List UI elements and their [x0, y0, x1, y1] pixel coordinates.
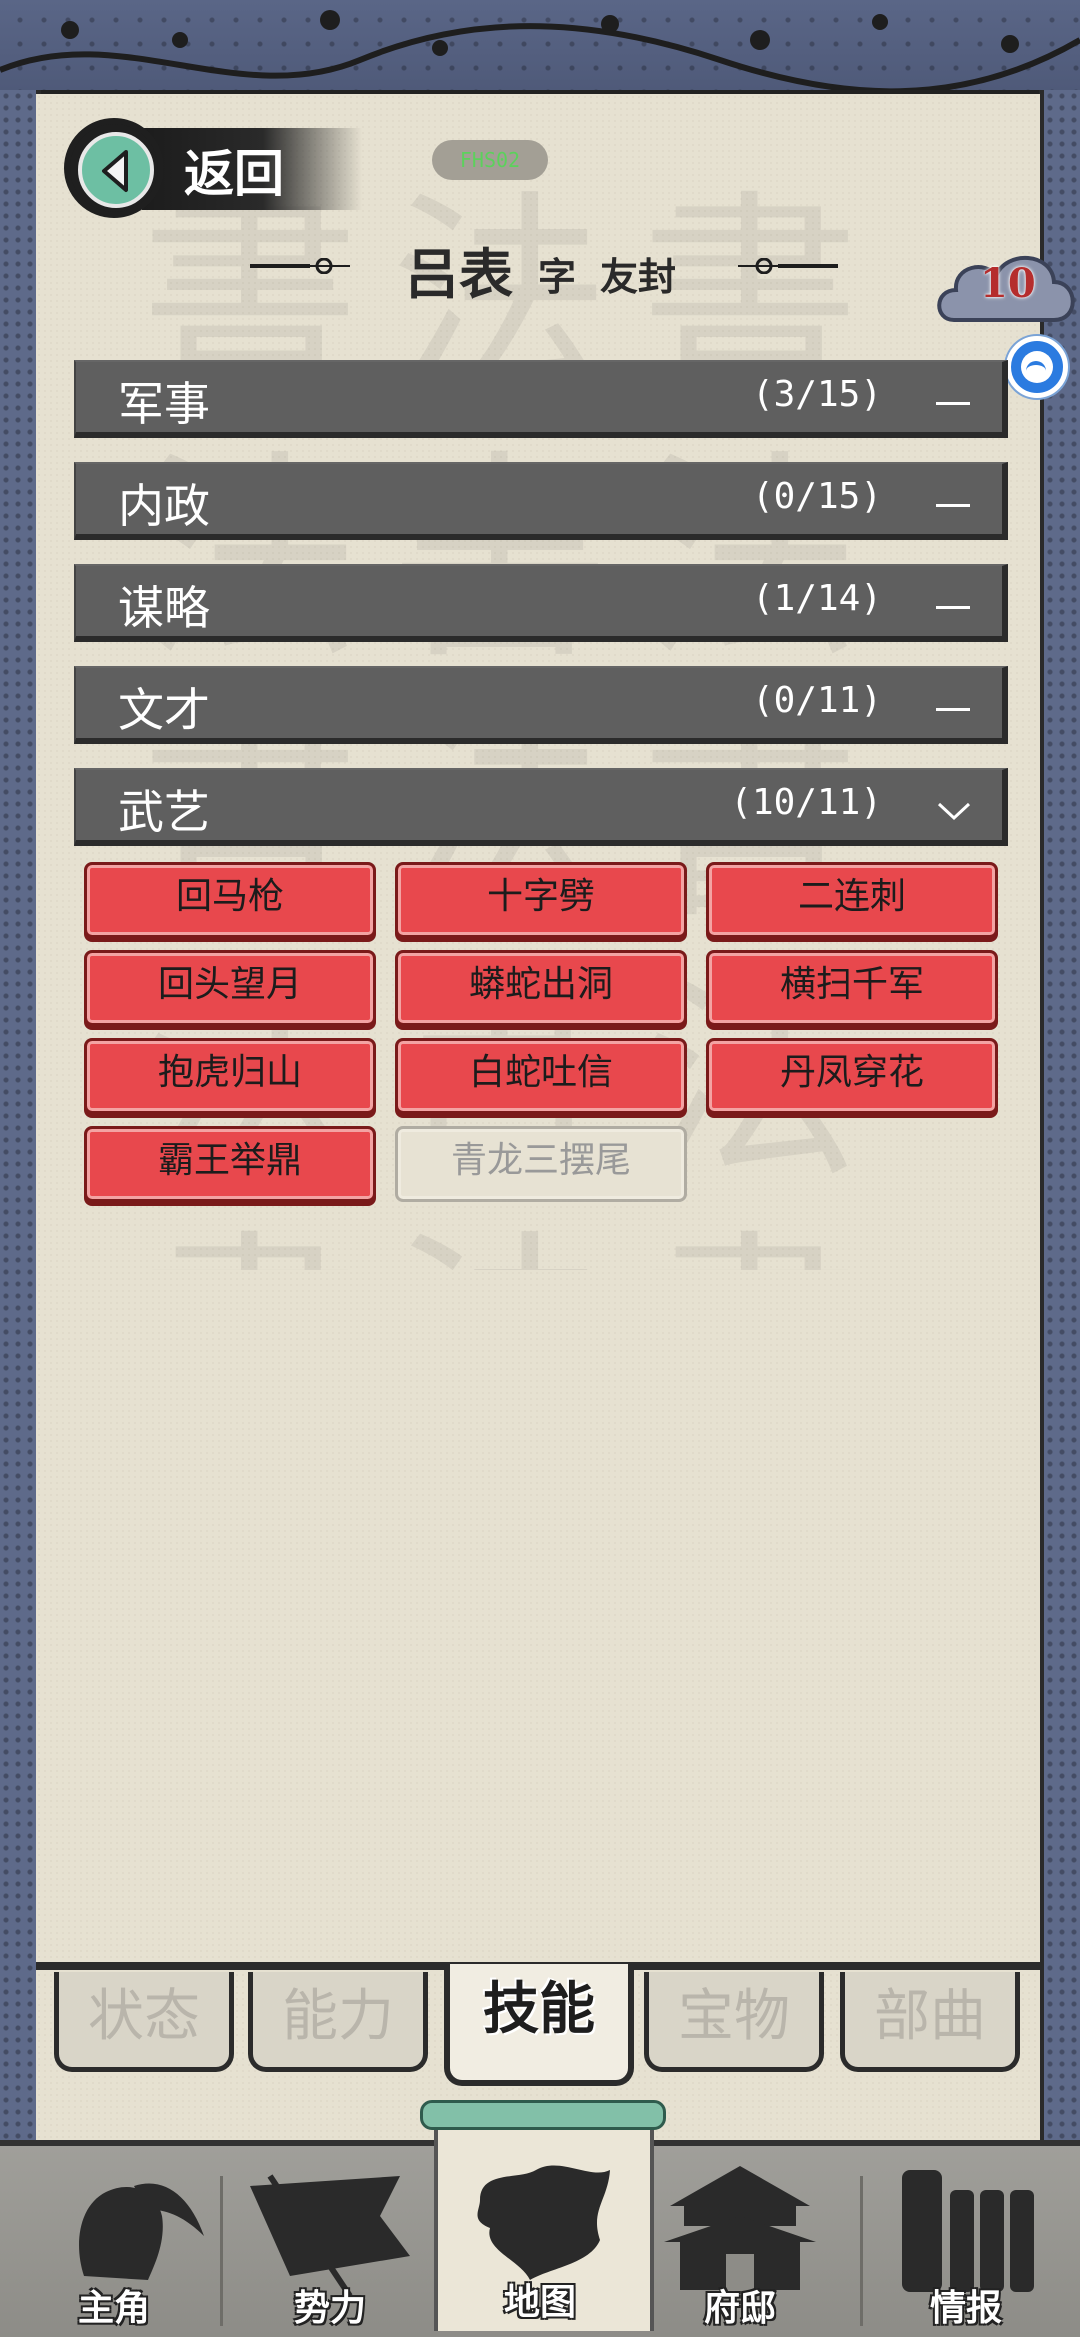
nav-divider — [860, 2176, 863, 2326]
title-ornament-right-icon — [738, 258, 838, 274]
skill-button[interactable]: 回头望月 — [84, 950, 376, 1026]
category-count: (10/11) — [730, 782, 882, 823]
category-count: (3/15) — [751, 374, 882, 415]
category-count: (1/14) — [751, 578, 882, 619]
collapse-dash-icon — [936, 492, 972, 516]
tab-status[interactable]: 状态 — [54, 1972, 234, 2072]
category-domestic[interactable]: 内政 (0/15) — [74, 462, 1008, 540]
category-literary[interactable]: 文才 (0/11) — [74, 666, 1008, 744]
category-name: 内政 — [118, 479, 210, 533]
tab-troops[interactable]: 部曲 — [840, 1972, 1020, 2072]
banner-flag-icon — [250, 2174, 410, 2298]
back-circle — [64, 118, 164, 218]
cloud-badge-number: 10 — [980, 260, 1036, 307]
skill-button-locked[interactable]: 青龙三摆尾 — [395, 1126, 687, 1202]
skill-button[interactable]: 回马枪 — [84, 862, 376, 938]
character-name: 吕表 — [405, 242, 513, 306]
hero-portrait-icon — [79, 2183, 204, 2280]
floral-pattern-icon — [0, 10, 1080, 90]
category-strategy[interactable]: 谋略 (1/14) — [74, 564, 1008, 642]
skill-button[interactable]: 横扫千军 — [706, 950, 998, 1026]
nav-faction[interactable]: 势力 — [230, 2146, 430, 2337]
category-name: 军事 — [118, 377, 210, 431]
top-decorative-border — [0, 0, 1080, 94]
tab-skills[interactable]: 技能 — [444, 1964, 634, 2086]
right-frame — [1039, 90, 1080, 2140]
skill-button[interactable]: 蟒蛇出洞 — [395, 950, 687, 1026]
nav-map[interactable]: 地图 — [440, 2140, 640, 2331]
skill-button[interactable]: 丹凤穿花 — [706, 1038, 998, 1114]
tab-ability[interactable]: 能力 — [248, 1972, 428, 2072]
chat-bubble-icon[interactable] — [1006, 336, 1068, 398]
skill-button[interactable]: 十字劈 — [395, 862, 687, 938]
category-martial[interactable]: 武艺 (10/11) — [74, 768, 1008, 846]
nav-divider — [220, 2176, 223, 2326]
courtesy-name: 友封 — [600, 254, 677, 299]
collapse-dash-icon — [936, 696, 972, 720]
nav-active-scroll-top — [420, 2100, 666, 2130]
nav-label: 势力 — [293, 2287, 366, 2329]
courtesy-label: 字 — [538, 254, 577, 299]
nav-intel[interactable]: 情报 — [866, 2146, 1066, 2337]
skill-button[interactable]: 二连刺 — [706, 862, 998, 938]
map-icon — [477, 2165, 610, 2280]
nav-label: 地图 — [503, 2281, 576, 2323]
cloud-badge[interactable]: 10 — [934, 240, 1080, 336]
back-button[interactable]: 返回 — [64, 118, 364, 222]
skill-button[interactable]: 抱虎归山 — [84, 1038, 376, 1114]
category-name: 武艺 — [118, 785, 210, 839]
collapse-dash-icon — [936, 390, 972, 414]
left-frame — [0, 90, 41, 2140]
category-name: 谋略 — [118, 581, 210, 635]
title-ornament-left-icon — [250, 258, 350, 274]
character-title: 吕表 字 友封 — [240, 230, 840, 306]
nav-label: 府邸 — [703, 2287, 776, 2329]
skill-button[interactable]: 霸王举鼎 — [84, 1126, 376, 1202]
category-name: 文才 — [118, 683, 210, 737]
nav-hero[interactable]: 主角 — [14, 2146, 214, 2337]
chevron-down-icon — [936, 798, 972, 822]
tab-treasure[interactable]: 宝物 — [644, 1972, 824, 2072]
status-pill: FHS02 — [432, 140, 548, 180]
category-count: (0/15) — [751, 476, 882, 517]
nav-mansion[interactable]: 府邸 — [640, 2146, 840, 2337]
collapse-dash-icon — [936, 594, 972, 618]
nav-label: 主角 — [77, 2287, 150, 2329]
back-label: 返回 — [184, 144, 284, 203]
back-arrow-icon — [78, 132, 154, 208]
skill-button[interactable]: 白蛇吐信 — [395, 1038, 687, 1114]
category-military[interactable]: 军事 (3/15) — [74, 360, 1008, 438]
nav-label: 情报 — [929, 2287, 1002, 2329]
scrolls-icon — [902, 2170, 1034, 2292]
mansion-icon — [664, 2166, 816, 2290]
category-count: (0/11) — [751, 680, 882, 721]
